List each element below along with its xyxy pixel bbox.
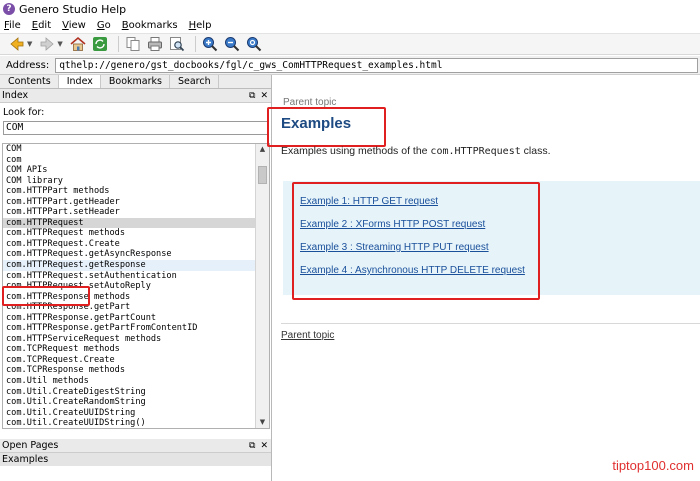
- toolbar-separator: [194, 36, 196, 52]
- description-text-end: class.: [520, 145, 551, 157]
- back-icon[interactable]: [8, 35, 26, 53]
- index-panel-title: Index: [2, 90, 29, 101]
- zoom-reset-icon[interactable]: [245, 35, 263, 53]
- tab-contents[interactable]: Contents: [0, 75, 59, 88]
- find-icon[interactable]: [168, 35, 186, 53]
- index-list-item[interactable]: com.HTTPResponse.getPartCount: [3, 313, 255, 324]
- tab-index[interactable]: Index: [58, 75, 101, 88]
- tab-bookmarks[interactable]: Bookmarks: [101, 75, 170, 88]
- address-bar: Address: qthelp://genero/gst_docbooks/fg…: [0, 56, 700, 75]
- address-input[interactable]: qthelp://genero/gst_docbooks/fgl/c_gws_C…: [55, 57, 698, 73]
- menu-go[interactable]: Go: [97, 20, 111, 31]
- menu-bar: File Edit View Go Bookmarks Help: [0, 18, 700, 33]
- close-icon[interactable]: ✕: [260, 441, 268, 451]
- sidebar: Contents Index Bookmarks Search Index ⧉ ✕ L…: [0, 75, 272, 481]
- index-list-item[interactable]: com.HTTPPart.setHeader: [3, 207, 255, 218]
- toolbar-separator: [117, 36, 119, 52]
- menu-bookmarks[interactable]: Bookmarks: [122, 20, 178, 31]
- menu-edit[interactable]: Edit: [32, 20, 51, 31]
- menu-help[interactable]: Help: [189, 20, 212, 31]
- sidebar-tabs: Contents Index Bookmarks Search: [0, 75, 271, 89]
- float-icon[interactable]: ⧉: [249, 441, 255, 451]
- look-for-label: Look for:: [3, 107, 45, 118]
- index-list-item[interactable]: com.TCPRequest.Create: [3, 355, 255, 366]
- copy-icon[interactable]: [124, 35, 142, 53]
- index-list-item[interactable]: com.HTTPPart.getHeader: [3, 197, 255, 208]
- index-list-item[interactable]: com.HTTPRequest.getAsyncResponse: [3, 249, 255, 260]
- divider: [281, 323, 700, 324]
- open-page-item[interactable]: Examples: [0, 453, 271, 466]
- toolbar: ▼ ▼: [0, 33, 700, 55]
- watermark: tiptop100.com: [612, 458, 694, 473]
- index-list-item[interactable]: com.HTTPResponse.getPartFromContentID: [3, 323, 255, 334]
- look-for-input[interactable]: COM: [3, 121, 269, 135]
- index-list-item[interactable]: com.HTTPRequest.Create: [3, 239, 255, 250]
- index-list-item[interactable]: COM APIs: [3, 165, 255, 176]
- index-list-item[interactable]: com.Util.CreateUUIDString: [3, 408, 255, 419]
- open-pages-header: Open Pages ⧉ ✕: [0, 439, 271, 453]
- float-icon[interactable]: ⧉: [249, 91, 255, 101]
- index-list-item[interactable]: com.Util.CreateRandomString: [3, 397, 255, 408]
- address-label: Address:: [6, 59, 50, 71]
- back-dropdown-icon[interactable]: ▼: [27, 40, 32, 48]
- home-icon[interactable]: [69, 35, 87, 53]
- sync-icon[interactable]: [91, 35, 109, 53]
- page-description: Examples using methods of the com.HTTPRe…: [281, 145, 551, 157]
- forward-icon[interactable]: [38, 35, 56, 53]
- scroll-down-icon[interactable]: ▼: [256, 417, 269, 428]
- index-list-item[interactable]: com: [3, 155, 255, 166]
- index-scrollbar[interactable]: ▲ ▼: [255, 144, 269, 428]
- index-panel-header: Index ⧉ ✕: [0, 89, 271, 103]
- title-bar: ? Genero Studio Help: [0, 0, 700, 18]
- index-list-item[interactable]: com.Util.CreateUUIDString(): [3, 418, 255, 428]
- close-icon[interactable]: ✕: [260, 91, 268, 101]
- index-list-item[interactable]: com.HTTPPart methods: [3, 186, 255, 197]
- print-icon[interactable]: [146, 35, 164, 53]
- content-pane: Parent topic Examples Examples using met…: [267, 75, 700, 481]
- index-list-item[interactable]: com.TCPRequest methods: [3, 344, 255, 355]
- scroll-thumb[interactable]: [258, 166, 267, 184]
- highlight-box-title: [267, 107, 386, 147]
- highlight-box-examples: [292, 182, 540, 300]
- app-help-icon: ?: [3, 3, 15, 15]
- index-list-item[interactable]: com.HTTPRequest: [3, 217, 255, 229]
- highlight-box-selected-item: [2, 286, 90, 306]
- index-list-item[interactable]: com.Util.CreateDigestString: [3, 387, 255, 398]
- tab-search[interactable]: Search: [170, 75, 219, 88]
- forward-dropdown-icon[interactable]: ▼: [57, 40, 62, 48]
- class-name-code: com.HTTPRequest: [430, 146, 521, 157]
- index-list-item[interactable]: COM library: [3, 176, 255, 187]
- index-list-item[interactable]: com.Util methods: [3, 376, 255, 387]
- index-list-item[interactable]: COM: [3, 144, 255, 155]
- index-list-item[interactable]: com.HTTPRequest.getResponse: [3, 260, 255, 271]
- zoom-in-icon[interactable]: [201, 35, 219, 53]
- parent-topic-link-bottom[interactable]: Parent topic: [281, 330, 334, 341]
- index-list-item[interactable]: com.HTTPRequest methods: [3, 228, 255, 239]
- index-list-item[interactable]: com.HTTPServiceRequest methods: [3, 334, 255, 345]
- open-pages-title: Open Pages: [2, 440, 59, 451]
- window-title: Genero Studio Help: [19, 2, 127, 16]
- menu-file[interactable]: File: [4, 20, 21, 31]
- index-list-item[interactable]: com.TCPResponse methods: [3, 365, 255, 376]
- menu-view[interactable]: View: [62, 20, 86, 31]
- description-text: Examples using methods of the: [281, 145, 431, 157]
- zoom-out-icon[interactable]: [223, 35, 241, 53]
- index-list-item[interactable]: com.HTTPRequest.setAuthentication: [3, 271, 255, 282]
